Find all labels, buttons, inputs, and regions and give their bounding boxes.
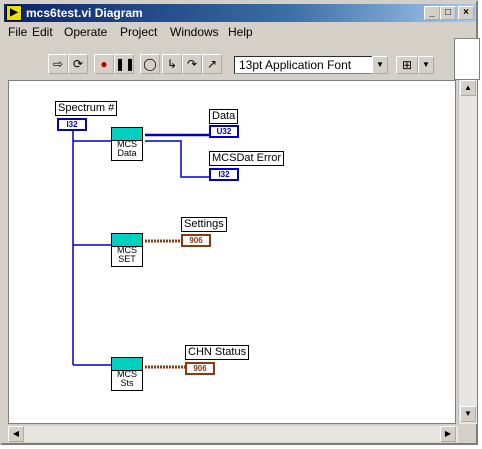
scroll-left-arrow-icon[interactable]: ◀ xyxy=(8,426,24,442)
scroll-down-arrow-icon[interactable]: ▼ xyxy=(460,406,476,422)
highlight-execution-icon[interactable]: ◯ xyxy=(140,54,160,74)
terminal-chn-status-cluster[interactable]: 906 xyxy=(185,362,215,375)
labview-diagram-window: ▶ mcs6test.vi Diagram _ □ × File Edit Op… xyxy=(0,0,480,445)
menu-file[interactable]: File xyxy=(8,25,27,39)
menu-edit[interactable]: Edit xyxy=(32,25,53,39)
run-arrow-icon[interactable]: ⇨ xyxy=(48,54,68,74)
step-into-icon[interactable]: ↳ xyxy=(162,54,182,74)
wire-error-out xyxy=(145,140,209,178)
font-selector[interactable]: 13pt Application Font xyxy=(234,56,374,74)
menu-bar: File Edit Operate Project Windows Help xyxy=(4,23,476,41)
pause-icon[interactable]: ❚❚ xyxy=(114,54,135,74)
menu-help[interactable]: Help xyxy=(228,25,253,39)
label-mcsdat-error: MCSDat Error xyxy=(209,151,285,166)
close-button[interactable]: × xyxy=(458,6,474,20)
align-dropdown-arrow-icon[interactable]: ▼ xyxy=(418,56,434,74)
menu-windows[interactable]: Windows xyxy=(170,25,219,39)
subvi-mcs-data-line2: Data xyxy=(117,148,137,158)
vi-icon-pane xyxy=(454,38,480,80)
step-out-icon[interactable]: ↗ xyxy=(202,54,222,74)
menu-operate[interactable]: Operate xyxy=(64,25,107,39)
terminal-data-u32[interactable]: U32 xyxy=(209,125,239,138)
window-title: mcs6test.vi Diagram xyxy=(26,6,143,20)
label-settings: Settings xyxy=(181,217,227,232)
subvi-mcs-set-line2: SET xyxy=(118,254,136,264)
horizontal-scrollbar[interactable]: ◀ ▶ xyxy=(8,426,458,442)
title-bar[interactable]: ▶ mcs6test.vi Diagram _ □ × xyxy=(4,4,476,22)
terminal-settings-cluster[interactable]: 906 xyxy=(181,234,211,247)
terminal-spectrum-i32[interactable]: I32 xyxy=(57,118,87,131)
menu-project[interactable]: Project xyxy=(120,25,157,39)
font-dropdown-arrow-icon[interactable]: ▼ xyxy=(372,56,388,74)
align-objects-icon[interactable]: ⊞ xyxy=(396,56,418,74)
vertical-scrollbar[interactable]: ▲ ▼ xyxy=(458,80,477,424)
subvi-mcs-sts-line2: Sts xyxy=(120,378,134,388)
toolbar: ⇨ ⟳ ● ❚❚ ◯ ↳ ↷ ↗ 13pt Application Font ▼… xyxy=(4,42,476,78)
subvi-mcs-sts[interactable]: MCS Sts xyxy=(111,357,143,391)
subvi-mcs-set[interactable]: MCS SET xyxy=(111,233,143,267)
scroll-up-arrow-icon[interactable]: ▲ xyxy=(460,80,476,96)
block-diagram-canvas[interactable]: Spectrum # I32 Data U32 MCSDat Error I32… xyxy=(8,80,456,424)
abort-icon[interactable]: ● xyxy=(94,54,114,74)
vi-icon: ▶ xyxy=(6,5,22,21)
step-over-icon[interactable]: ↷ xyxy=(182,54,202,74)
label-chn-status: CHN Status xyxy=(185,345,250,360)
terminal-mcsdat-error-i32[interactable]: I32 xyxy=(209,168,239,181)
subvi-mcs-data[interactable]: MCS Data xyxy=(111,127,143,161)
scroll-right-arrow-icon[interactable]: ▶ xyxy=(440,426,456,442)
label-spectrum: Spectrum # xyxy=(55,101,118,116)
minimize-button[interactable]: _ xyxy=(424,6,440,20)
label-data: Data xyxy=(209,109,239,124)
maximize-button[interactable]: □ xyxy=(440,6,456,20)
run-continuously-icon[interactable]: ⟳ xyxy=(68,54,88,74)
